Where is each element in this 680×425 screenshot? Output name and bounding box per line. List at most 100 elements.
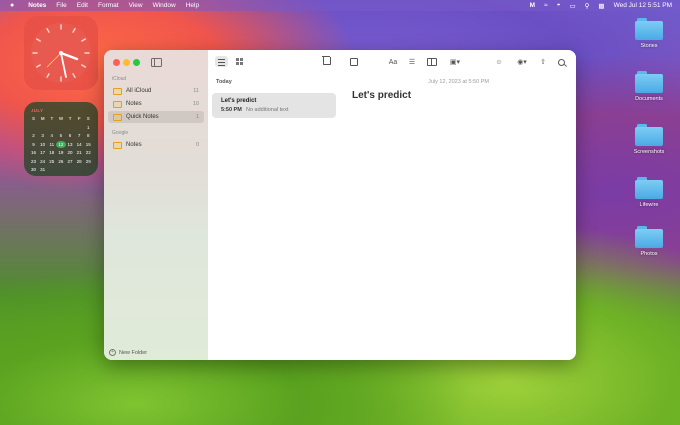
calendar-empty-cell — [75, 124, 84, 131]
display-icon[interactable]: ▩ — [598, 2, 604, 10]
menu-window[interactable]: Window — [153, 2, 176, 9]
folder-icon — [113, 141, 122, 149]
calendar-weekday: S — [32, 116, 36, 121]
sidebar-item-google-notes[interactable]: Notes 0 — [108, 139, 204, 151]
menu-edit[interactable]: Edit — [77, 2, 88, 9]
minimize-button[interactable] — [123, 59, 130, 66]
close-button[interactable] — [113, 59, 120, 66]
calendar-weekday: S — [86, 116, 90, 121]
note-body-title[interactable]: Let's predict — [352, 90, 411, 101]
calendar-day: 3 — [41, 133, 44, 138]
apple-menu-icon[interactable]: ● — [10, 2, 14, 9]
folder-icon — [635, 71, 663, 93]
list-view-button[interactable] — [215, 56, 228, 67]
sidebar-item-quick-notes[interactable]: Quick Notes 1 — [108, 111, 204, 123]
checklist-icon[interactable]: ☰ — [406, 56, 418, 68]
sidebar-item-all-icloud[interactable]: All iCloud 11 — [108, 85, 204, 97]
calendar-day: 22 — [85, 150, 91, 155]
sidebar-item-label: All iCloud — [126, 88, 152, 94]
menu-help[interactable]: Help — [186, 2, 199, 9]
menubar-clock[interactable]: Wed Jul 12 5:51 PM — [614, 2, 672, 9]
list-item[interactable]: Let's predict 5:50 PM No additional text — [212, 93, 336, 118]
sidebar-item-count: 11 — [193, 88, 199, 94]
desktop-folder-screenshots[interactable]: Screenshots — [625, 124, 673, 155]
folder-icon — [635, 18, 663, 40]
menu-file[interactable]: File — [56, 2, 66, 9]
clock-widget[interactable] — [24, 16, 98, 90]
clock-icon — [31, 23, 91, 83]
new-folder-button[interactable]: + New Folder — [109, 349, 147, 356]
sidebar: iCloud All iCloud 11 Notes 10 Quick Note… — [104, 50, 209, 360]
calendar-empty-cell — [66, 124, 75, 131]
calendar-day: 2 — [32, 133, 35, 138]
search-menu-icon[interactable]: ⚲ — [585, 2, 590, 10]
desktop-icon-label: Photos — [640, 251, 658, 257]
desktop-folder-stories[interactable]: Stories — [625, 18, 673, 49]
desktop-icon-label: Screenshots — [633, 149, 665, 155]
desktop-folder-photos[interactable]: Photos — [625, 226, 673, 257]
desktop-folder-documents[interactable]: Documents — [625, 71, 673, 102]
desktop-icon-label: Stories — [640, 43, 658, 49]
calendar-day: 7 — [77, 133, 81, 138]
zoom-button[interactable] — [133, 59, 140, 66]
menu-format[interactable]: Format — [98, 2, 119, 9]
calendar-day: 17 — [40, 150, 46, 155]
menu-view[interactable]: View — [129, 2, 143, 9]
calendar-day: 1 — [87, 124, 90, 130]
folder-icon — [635, 177, 663, 199]
sidebar-item-label: Notes — [126, 101, 142, 107]
calendar-day: 9 — [32, 141, 35, 147]
folder-icon — [113, 87, 122, 95]
lock-icon[interactable]: ◉▾ — [513, 56, 531, 68]
search-icon[interactable] — [556, 56, 566, 68]
note-editor[interactable]: Aa ☰ ▣▾ ☺ ◉▾ ⇧ July 12, 2023 at 5:50 PM … — [341, 50, 576, 360]
note-preview: No additional text — [246, 107, 289, 113]
calendar-day: 27 — [67, 158, 73, 164]
app-status-icon[interactable]: M — [530, 2, 535, 9]
calendar-day: 4 — [50, 133, 54, 138]
notes-window: iCloud All iCloud 11 Notes 10 Quick Note… — [104, 50, 576, 360]
calendar-day: 23 — [31, 158, 37, 164]
calendar-day: 30 — [31, 167, 37, 172]
calendar-day: 21 — [76, 150, 82, 155]
note-date: July 12, 2023 at 5:50 PM — [428, 79, 489, 85]
desktop-folder-lifewire[interactable]: Lifewire — [625, 177, 673, 208]
wifi-icon[interactable]: ≈ — [544, 2, 548, 9]
share-icon[interactable]: ⇧ — [538, 56, 548, 68]
format-button[interactable]: Aa — [386, 56, 400, 68]
list-icon — [218, 59, 225, 66]
calendar-day: 20 — [67, 150, 73, 155]
calendar-widget[interactable]: JULY S M T W T F S 1 2 3 4 5 6 7 8 9 10 11 12 13 14 15 16 17 18 1… — [24, 102, 98, 176]
new-folder-label: New Folder — [119, 349, 148, 356]
battery-icon[interactable]: ▭ — [570, 2, 576, 10]
trash-icon[interactable] — [322, 56, 331, 65]
calendar-day: 6 — [68, 133, 72, 138]
calendar-day: 8 — [87, 133, 90, 138]
folder-icon — [635, 226, 663, 248]
collaborate-icon[interactable]: ☺ — [493, 56, 505, 68]
sidebar-item-notes[interactable]: Notes 10 — [108, 98, 204, 110]
calendar-month: JULY — [31, 108, 44, 113]
calendar-day: 28 — [76, 158, 82, 164]
control-center-icon[interactable]: ◓ — [557, 2, 561, 9]
calendar-empty-cell — [29, 124, 38, 131]
calendar-day: 29 — [85, 158, 91, 164]
compose-note-icon[interactable] — [349, 56, 359, 68]
media-icon[interactable]: ▣▾ — [445, 56, 465, 68]
calendar-day: 16 — [31, 150, 37, 155]
table-icon[interactable] — [426, 56, 438, 68]
gallery-view-button[interactable] — [233, 56, 246, 67]
menu-notes[interactable]: Notes — [28, 2, 46, 9]
section-header-google: Google — [112, 130, 129, 136]
sidebar-item-count: 10 — [192, 101, 199, 107]
note-time: 5:50 PM — [221, 107, 242, 113]
folder-icon — [113, 100, 122, 108]
calendar-day: 26 — [58, 158, 64, 164]
calendar-day: 31 — [40, 167, 46, 172]
calendar-empty-cell — [47, 124, 56, 131]
calendar-day: 15 — [85, 141, 91, 147]
calendar-weekday: F — [77, 116, 81, 121]
note-list-toolbar — [208, 50, 341, 74]
calendar-day: 24 — [40, 158, 46, 164]
sidebar-toggle-icon[interactable] — [151, 58, 162, 67]
